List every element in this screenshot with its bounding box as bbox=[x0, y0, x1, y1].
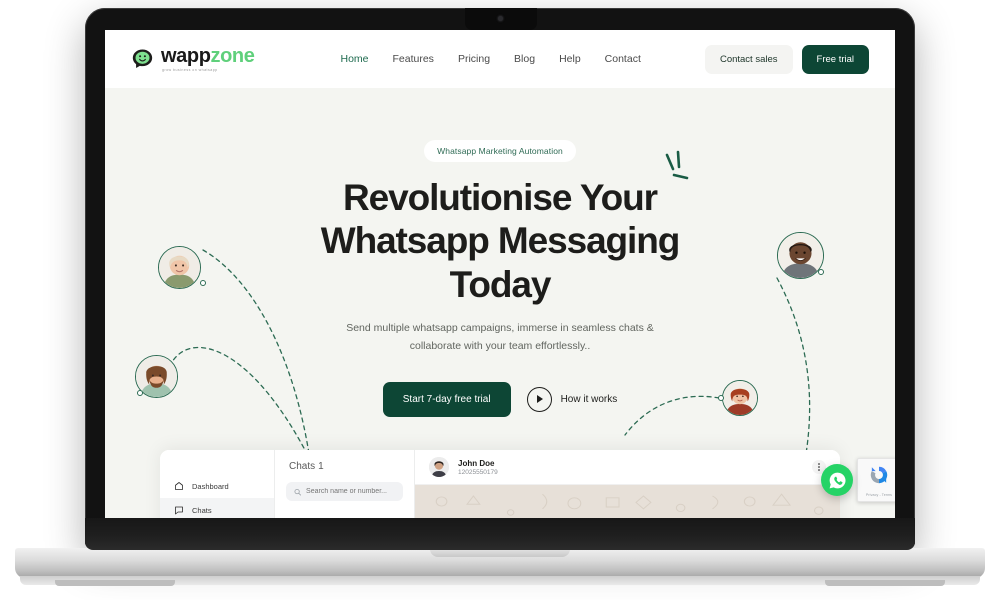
recaptcha-legal-text: Privacy - Terms bbox=[865, 493, 893, 497]
chat-smiley-icon bbox=[131, 48, 154, 71]
brand-name-part2: zone bbox=[210, 44, 255, 67]
contact-name: John Doe bbox=[458, 458, 495, 468]
connector-dot-bottom-right bbox=[718, 395, 724, 401]
page-title: Revolutionise Your Whatsapp Messaging To… bbox=[105, 176, 895, 306]
dashboard-sidebar: Dashboard Chats bbox=[160, 450, 275, 518]
search-icon bbox=[294, 488, 302, 495]
whatsapp-icon bbox=[829, 472, 846, 488]
subhead-line1: Send multiple whatsapp campaigns, immers… bbox=[346, 321, 654, 334]
recaptcha-badge[interactable]: Privacy - Terms bbox=[857, 458, 895, 502]
how-it-works-label: How it works bbox=[560, 393, 618, 405]
whatsapp-float-button[interactable] bbox=[821, 464, 853, 496]
chat-header: John Doe 12025550179 bbox=[415, 450, 840, 485]
headline-line3: Today bbox=[449, 263, 552, 305]
nav-item-pricing[interactable]: Pricing bbox=[458, 53, 490, 65]
avatar-bottom-right bbox=[722, 380, 758, 416]
sidebar-item-chats[interactable]: Chats bbox=[160, 498, 274, 518]
chat-list-title: Chats 1 bbox=[286, 461, 403, 472]
free-trial-button[interactable]: Free trial bbox=[801, 44, 869, 74]
nav-item-contact[interactable]: Contact bbox=[605, 53, 641, 65]
chat-search-box[interactable] bbox=[286, 482, 403, 501]
site-header: wappzone grow business on whatsapp Home … bbox=[105, 30, 895, 88]
brand-tagline: grow business on whatsapp bbox=[162, 67, 218, 72]
connector-dot-top-right bbox=[818, 269, 824, 275]
hero-cta-row: Start 7-day free trial How it works bbox=[105, 381, 895, 417]
laptop-mockup: wappzone grow business on whatsapp Home … bbox=[0, 0, 1000, 600]
nav-item-blog[interactable]: Blog bbox=[514, 53, 535, 65]
headline-line2: Whatsapp Messaging bbox=[320, 220, 681, 262]
connector-dot-top-left bbox=[200, 280, 206, 286]
sidebar-item-dashboard-label: Dashboard bbox=[192, 481, 229, 491]
how-it-works-button[interactable]: How it works bbox=[526, 386, 618, 412]
header-actions: Contact sales Free trial bbox=[704, 44, 869, 74]
contact-avatar bbox=[429, 457, 449, 477]
chat-list-title-label: Chats bbox=[289, 461, 316, 472]
chat-list-count: 1 bbox=[318, 461, 324, 472]
sidebar-item-chats-label: Chats bbox=[192, 505, 212, 515]
brand-logo[interactable]: wappzone grow business on whatsapp bbox=[131, 44, 255, 73]
connector-dot-bottom-left bbox=[137, 390, 143, 396]
recaptcha-icon bbox=[870, 466, 888, 484]
home-icon bbox=[175, 482, 183, 490]
nav-item-help[interactable]: Help bbox=[559, 53, 581, 65]
avatar-top-left bbox=[158, 246, 201, 289]
contact-number: 12025550179 bbox=[458, 468, 498, 476]
avatar-top-right bbox=[777, 232, 824, 279]
chat-bubble-icon bbox=[175, 506, 183, 515]
main-navigation: Home Features Pricing Blog Help Contact bbox=[340, 53, 640, 65]
laptop-foot-right bbox=[825, 580, 945, 586]
nav-item-features[interactable]: Features bbox=[393, 53, 434, 65]
contact-sales-button[interactable]: Contact sales bbox=[704, 44, 793, 74]
play-icon bbox=[526, 386, 552, 412]
webcam-icon bbox=[498, 16, 503, 21]
hero-eyebrow-badge: Whatsapp Marketing Automation bbox=[424, 140, 576, 162]
whatsapp-doodle-pattern bbox=[435, 493, 824, 516]
headline-rest: Your bbox=[571, 177, 658, 218]
laptop-hinge bbox=[85, 518, 915, 550]
chat-list-panel: Chats 1 bbox=[275, 450, 415, 518]
dashboard-preview: Dashboard Chats Chats 1 Search name or n… bbox=[160, 450, 840, 518]
chat-conversation-panel: John Doe 12025550179 bbox=[415, 450, 840, 518]
brand-name-part1: wapp bbox=[161, 44, 211, 67]
search-input[interactable] bbox=[306, 488, 395, 495]
subhead-line2: collaborate with your team effortlessly.… bbox=[409, 340, 591, 353]
hero-subheadline: Send multiple whatsapp campaigns, immers… bbox=[105, 319, 895, 356]
chat-message-area bbox=[415, 485, 840, 518]
start-free-trial-button[interactable]: Start 7-day free trial bbox=[382, 381, 511, 417]
sidebar-item-dashboard[interactable]: Dashboard bbox=[160, 474, 274, 498]
website-viewport: wappzone grow business on whatsapp Home … bbox=[105, 30, 895, 518]
nav-item-home[interactable]: Home bbox=[340, 53, 368, 65]
headline-highlight: Revolutionise bbox=[342, 177, 573, 218]
laptop-foot-left bbox=[55, 580, 175, 586]
laptop-screen: wappzone grow business on whatsapp Home … bbox=[105, 30, 895, 518]
